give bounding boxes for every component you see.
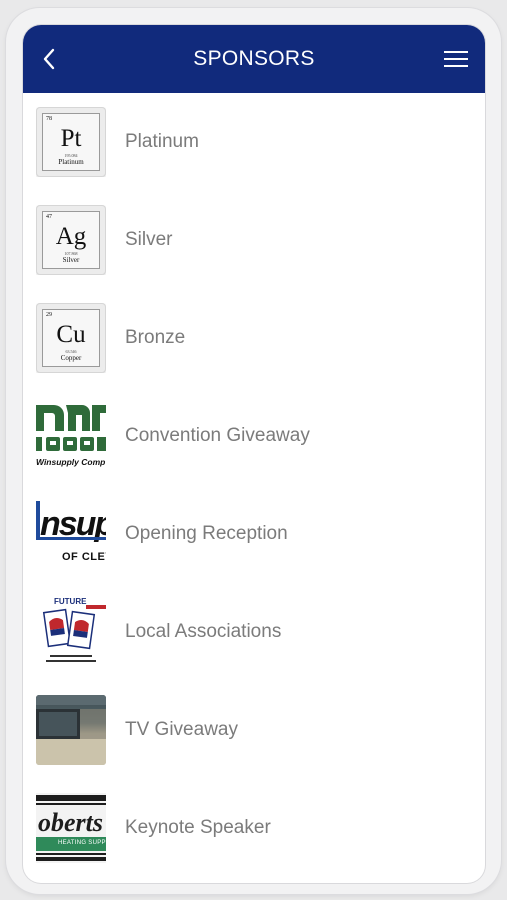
page-title: SPONSORS: [193, 47, 315, 70]
hamburger-menu-icon: [444, 51, 468, 67]
sponsor-label: Opening Reception: [125, 523, 288, 544]
element-tile: 47 Ag 107.868 Silver: [36, 205, 106, 275]
sponsor-item-opening-reception[interactable]: nsupp OF CLEVE Opening Reception: [23, 485, 485, 583]
sponsor-thumbnail: 47 Ag 107.868 Silver: [36, 205, 106, 275]
sponsor-item-silver[interactable]: 47 Ag 107.868 Silver Silver: [23, 191, 485, 289]
element-symbol: Pt: [60, 125, 82, 152]
sponsor-item-keynote-speaker[interactable]: oberts HEATING SUPP Keynote Speaker: [23, 779, 485, 877]
logo-text: HEATING SUPP: [58, 840, 106, 846]
sponsor-thumbnail: 78 Pt 195.084 Platinum: [36, 107, 106, 177]
app-screen: SPONSORS 78 Pt 195.084 Platinum Platinum…: [23, 25, 485, 883]
back-button[interactable]: [35, 45, 63, 73]
element-symbol: Cu: [56, 321, 86, 348]
sponsor-item-local-associations[interactable]: FUTURE Local Associations: [23, 583, 485, 681]
tv-photo-graphic: [36, 695, 106, 765]
sponsor-item-tv-giveaway[interactable]: TV Giveaway: [23, 681, 485, 779]
sponsor-label: TV Giveaway: [125, 719, 238, 740]
element-tile: 29 Cu 63.546 Copper: [36, 303, 106, 373]
sponsor-item-platinum[interactable]: 78 Pt 195.084 Platinum Platinum: [23, 93, 485, 191]
app-header: SPONSORS: [23, 25, 485, 93]
logo-text: OF CLEVE: [62, 551, 106, 563]
logo-text: Winsupply Comp: [36, 457, 106, 467]
sponsor-label: Local Associations: [125, 621, 282, 642]
menu-button[interactable]: [441, 46, 471, 72]
sponsor-logo: FUTURE: [36, 597, 106, 667]
element-tile: 78 Pt 195.084 Platinum: [36, 107, 106, 177]
phone-frame: SPONSORS 78 Pt 195.084 Platinum Platinum…: [6, 8, 501, 894]
sponsor-label: Convention Giveaway: [125, 425, 310, 446]
sponsor-list: 78 Pt 195.084 Platinum Platinum 47 Ag 10…: [23, 93, 485, 877]
sponsor-item-convention-giveaway[interactable]: Winsupply Comp Convention Giveaway: [23, 387, 485, 485]
sponsor-item-bronze[interactable]: 29 Cu 63.546 Copper Bronze: [23, 289, 485, 387]
event-flyer-graphic: [42, 605, 106, 662]
element-symbol: Ag: [55, 223, 87, 250]
sponsor-label: Keynote Speaker: [125, 817, 271, 838]
sponsor-thumbnail: 29 Cu 63.546 Copper: [36, 303, 106, 373]
sponsor-logo: oberts HEATING SUPP: [36, 793, 106, 863]
sponsor-logo: Winsupply Comp: [36, 401, 106, 471]
sponsor-photo: [36, 695, 106, 765]
sponsor-logo-graphic: oberts: [36, 795, 106, 861]
svg-text:oberts: oberts: [38, 808, 103, 837]
sponsor-logo: nsupp OF CLEVE: [36, 499, 106, 569]
sponsor-label: Platinum: [125, 131, 199, 152]
sponsor-label: Silver: [125, 229, 173, 250]
chevron-left-icon: [43, 48, 55, 70]
sponsor-label: Bronze: [125, 327, 186, 348]
